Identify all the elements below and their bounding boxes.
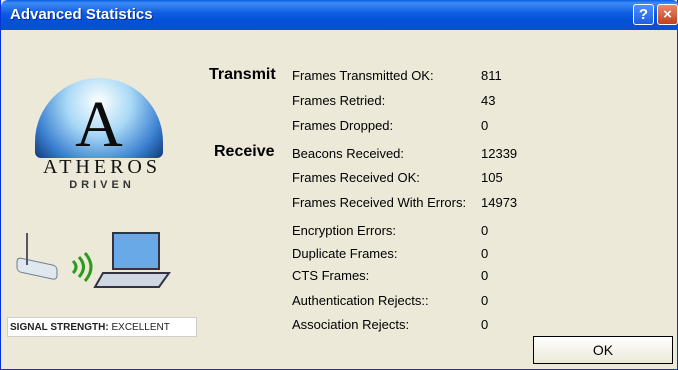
- wireless-router-laptop-icon: [16, 232, 171, 288]
- signal-strength-value: EXCELLENT: [111, 322, 170, 333]
- signal-strength-indicator: SIGNAL STRENGTH: EXCELLENT: [7, 317, 197, 337]
- stat-label: CTS Frames:: [292, 268, 370, 283]
- help-icon: ?: [638, 6, 649, 23]
- signal-strength-label: SIGNAL STRENGTH:: [10, 322, 109, 333]
- transmit-heading: Transmit: [209, 66, 276, 83]
- stat-value: 43: [481, 93, 496, 108]
- stat-value: 0: [481, 118, 489, 133]
- stat-value: 0: [481, 268, 489, 283]
- atheros-logo-icon: A: [35, 78, 163, 161]
- stat-label: Authentication Rejects::: [292, 293, 429, 308]
- close-icon: ×: [663, 6, 672, 23]
- stat-label: Frames Dropped:: [292, 118, 394, 133]
- advanced-statistics-dialog: Advanced Statistics ? × A ATHEROS DRIVEN…: [0, 0, 678, 370]
- stat-label: Association Rejects:: [292, 317, 410, 332]
- stat-label: Beacons Received:: [292, 146, 405, 161]
- branding-panel: A ATHEROS DRIVEN SIGNAL STRENGTH: EXCELL…: [7, 32, 197, 337]
- close-button[interactable]: ×: [657, 4, 678, 25]
- title-bar[interactable]: Advanced Statistics ? ×: [1, 0, 678, 30]
- stat-value: 0: [481, 293, 489, 308]
- stat-label: Encryption Errors:: [292, 223, 397, 238]
- logo-sub-text: DRIVEN: [69, 179, 135, 191]
- stat-label: Frames Retried:: [292, 93, 386, 108]
- ok-button[interactable]: OK: [533, 336, 673, 364]
- window-title: Advanced Statistics: [10, 6, 153, 23]
- help-button[interactable]: ?: [633, 4, 654, 25]
- stat-label: Frames Received OK:: [292, 170, 420, 185]
- stat-value: 0: [481, 223, 489, 238]
- stat-label: Duplicate Frames:: [292, 246, 398, 261]
- receive-heading: Receive: [214, 143, 275, 160]
- stat-value: 811: [481, 68, 502, 83]
- logo-glyph: A: [75, 88, 123, 158]
- stat-value: 105: [481, 170, 503, 185]
- stat-label: Frames Received With Errors:: [292, 195, 467, 210]
- stat-value: 0: [481, 317, 489, 332]
- stat-value: 12339: [481, 146, 518, 161]
- stat-value: 14973: [481, 195, 518, 210]
- stat-label: Frames Transmitted OK:: [292, 68, 434, 83]
- logo-brand-text: ATHEROS: [42, 156, 161, 178]
- stat-value: 0: [481, 246, 489, 261]
